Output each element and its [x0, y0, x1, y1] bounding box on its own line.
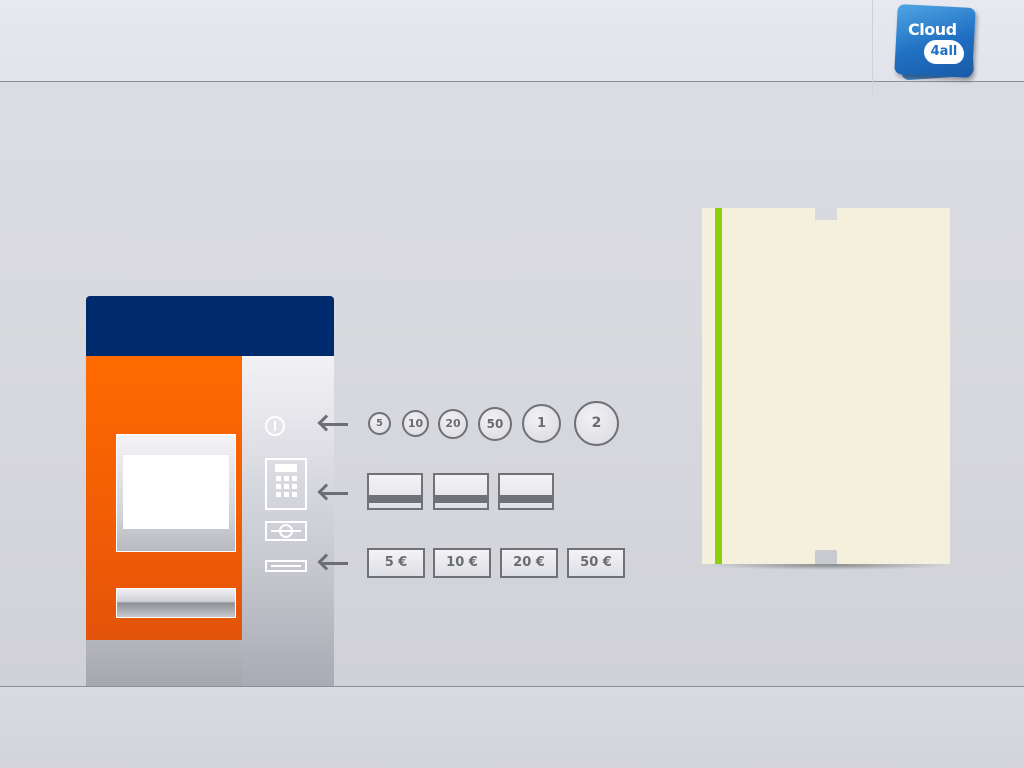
machine-screen-frame	[116, 434, 236, 552]
machine-header	[86, 296, 334, 356]
keypad-keys	[276, 476, 298, 504]
logo-brand-text: Cloud	[908, 20, 957, 39]
coin-10-cent[interactable]: 10	[402, 410, 429, 437]
payment-card[interactable]	[433, 473, 489, 510]
banknote-5-euro[interactable]: 5 €	[367, 548, 425, 578]
keypad-icon[interactable]	[265, 458, 307, 510]
coin-2-euro[interactable]: 2	[574, 401, 619, 446]
cloud4all-logo: Cloud 4all	[894, 4, 976, 81]
arrow-left-icon	[317, 553, 350, 573]
bottom-bar	[0, 686, 1024, 768]
logo-sub-text: 4all	[924, 40, 964, 64]
ticket-notch-bottom	[815, 550, 837, 564]
keypad-display	[275, 464, 297, 472]
card-slot-icon[interactable]	[265, 521, 307, 541]
banknote-50-euro[interactable]: 50 €	[567, 548, 625, 578]
coin-50-cent[interactable]: 50	[478, 407, 512, 441]
coin-20-cent[interactable]: 20	[438, 409, 468, 439]
machine-base	[86, 640, 242, 686]
ticket-green-stripe	[715, 208, 722, 564]
card-magnetic-stripe	[369, 495, 421, 503]
top-bar	[0, 0, 1024, 94]
banknote-slot-icon[interactable]	[265, 560, 307, 572]
ticket-output-tray[interactable]	[116, 588, 236, 618]
card-magnetic-stripe	[435, 495, 487, 503]
payment-card[interactable]	[498, 473, 554, 510]
payment-card[interactable]	[367, 473, 423, 510]
machine-screen[interactable]	[123, 455, 229, 529]
arrow-left-icon	[317, 414, 350, 434]
banknote-20-euro[interactable]: 20 €	[500, 548, 558, 578]
ticket-notch-top	[815, 208, 837, 220]
card-magnetic-stripe	[500, 495, 552, 503]
arrow-left-icon	[317, 483, 350, 503]
coin-5-cent[interactable]: 5	[368, 412, 391, 435]
ticket	[702, 208, 950, 564]
coin-slot-icon[interactable]	[265, 416, 285, 436]
banknote-10-euro[interactable]: 10 €	[433, 548, 491, 578]
coin-1-euro[interactable]: 1	[522, 404, 561, 443]
logo-divider	[872, 0, 873, 94]
